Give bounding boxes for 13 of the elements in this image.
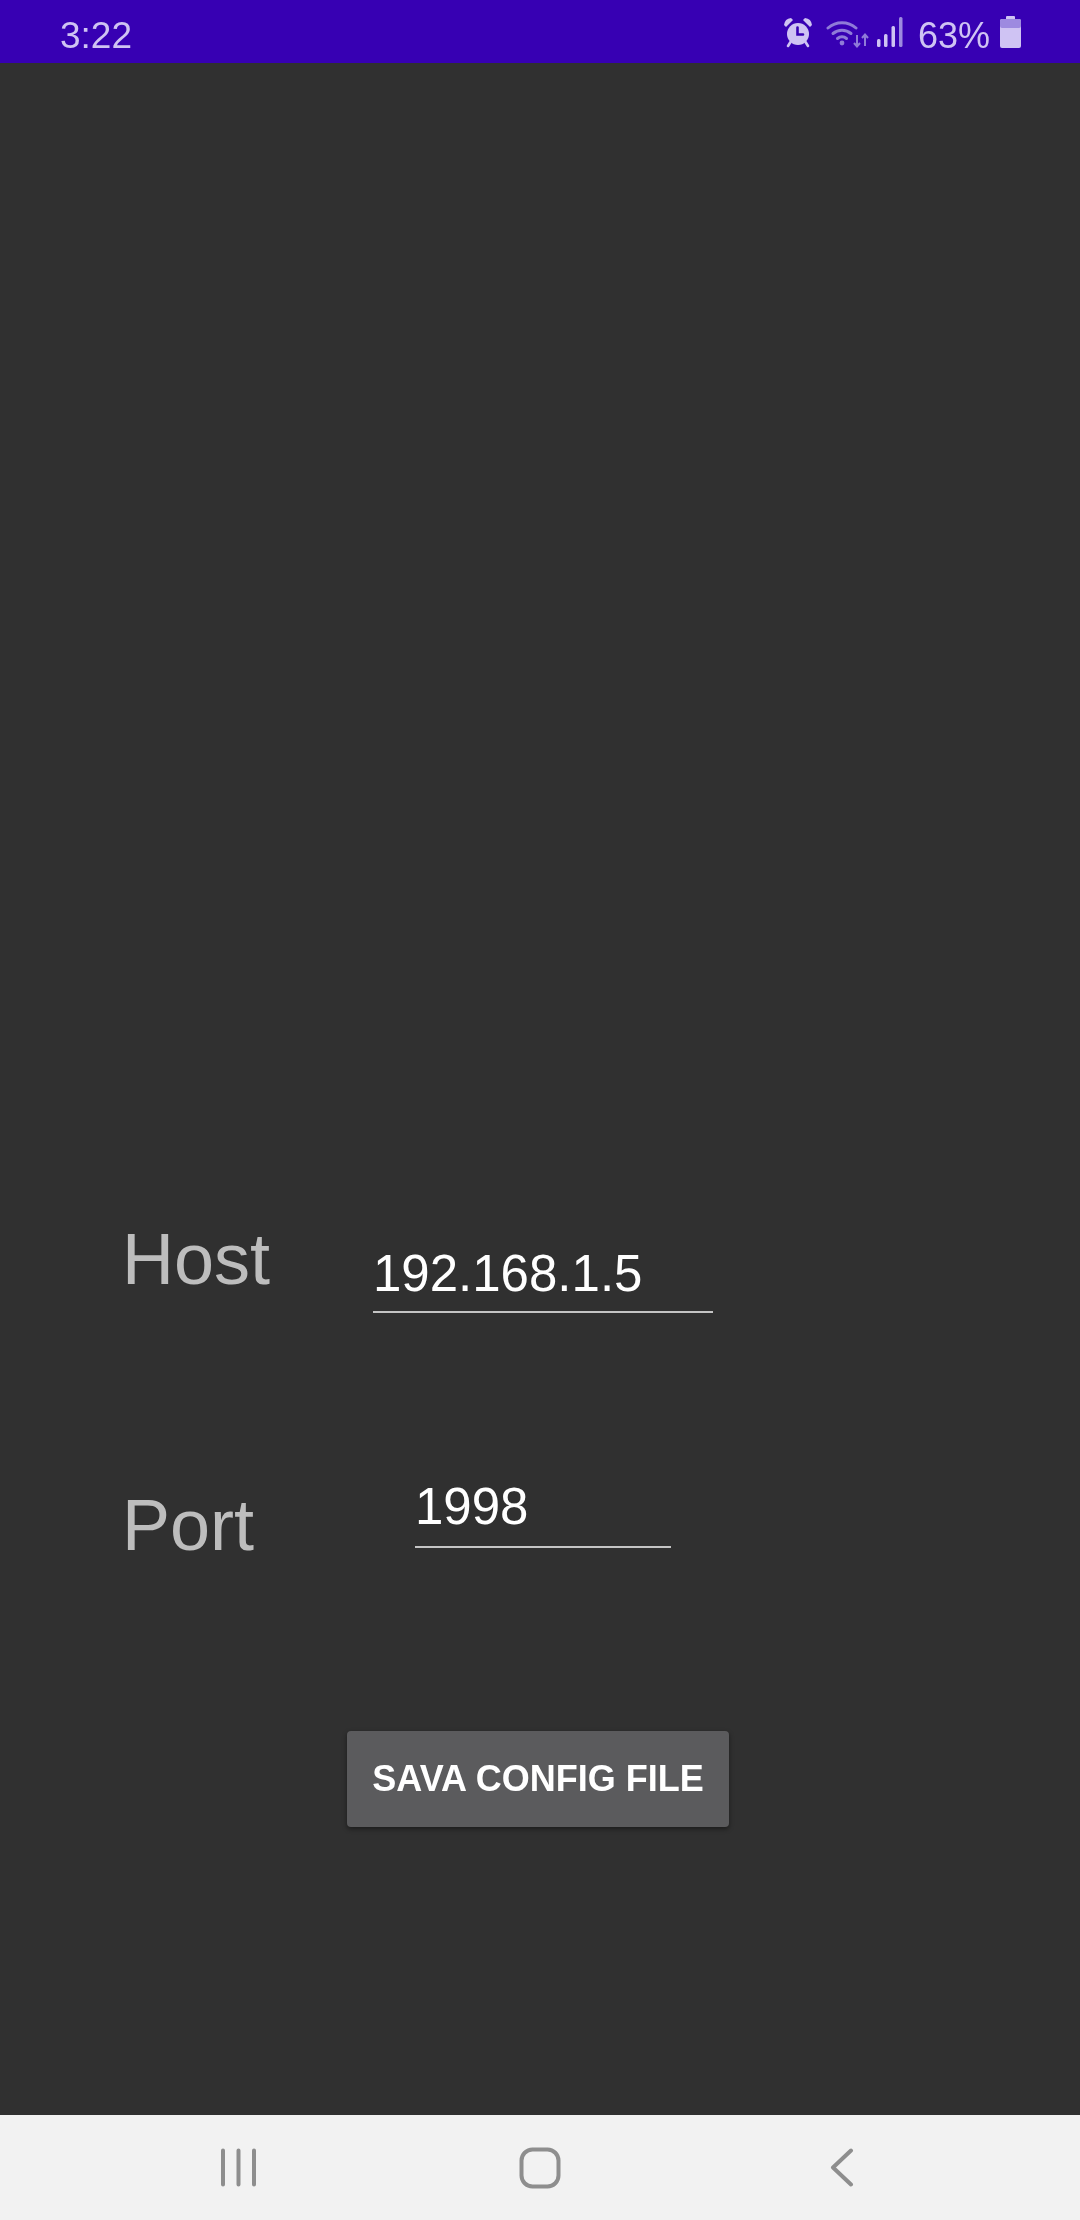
status-time: 3:22	[60, 17, 132, 54]
alarm-clock-icon	[781, 16, 814, 48]
battery-icon	[1000, 16, 1021, 48]
host-field[interactable]: 192.168.1.5	[373, 1248, 713, 1313]
home-icon[interactable]	[519, 2146, 561, 2189]
signal-bars-icon	[875, 16, 904, 48]
battery-percent: 63%	[917, 17, 990, 54]
recent-apps-icon[interactable]	[219, 2148, 257, 2187]
save-config-button[interactable]: SAVA CONFIG FILE	[347, 1731, 729, 1827]
host-label: Host	[122, 1223, 272, 1295]
port-label: Port	[122, 1489, 256, 1561]
back-icon[interactable]	[830, 2148, 854, 2187]
port-field[interactable]: 1998	[415, 1481, 671, 1548]
